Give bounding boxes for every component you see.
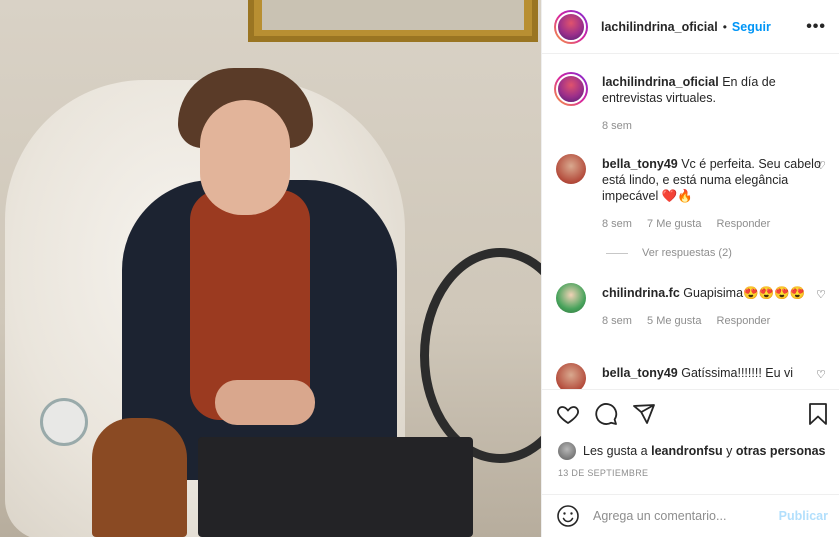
likes-user[interactable]: leandronfsu [651, 444, 723, 458]
comment-input[interactable]: Agrega un comentario... [593, 509, 779, 523]
ring-light [420, 248, 541, 463]
caption-avatar[interactable] [554, 72, 588, 106]
comment-likes[interactable]: 7 Me gusta [647, 218, 701, 230]
reply-button[interactable]: Responder [717, 218, 771, 230]
header-username[interactable]: lachilindrina_oficial [601, 20, 718, 34]
wooden-chair [92, 418, 187, 537]
caption-username[interactable]: lachilindrina_oficial [602, 75, 719, 89]
comment-icon[interactable] [594, 402, 618, 426]
comment-username[interactable]: chilindrina.fc [602, 286, 680, 300]
comments-list[interactable]: lachilindrina_oficial En día de entrevis… [542, 54, 839, 389]
add-comment-bar: Agrega un comentario... Publicar [542, 494, 839, 537]
comment-text: Gatíssima!!!!!!! Eu vi [681, 366, 794, 380]
follow-button[interactable]: Seguir [732, 20, 771, 34]
reply-button[interactable]: Responder [717, 315, 771, 327]
comment-avatar[interactable] [556, 154, 586, 184]
view-replies[interactable]: Ver respuestas (2) [606, 247, 732, 259]
comment-time[interactable]: 8 sem [602, 218, 632, 230]
caption-time[interactable]: 8 sem [602, 120, 632, 132]
comment-avatar[interactable] [556, 363, 586, 389]
comment-likes[interactable]: 5 Me gusta [647, 315, 701, 327]
heart-icon[interactable] [556, 402, 580, 426]
post-side-panel: lachilindrina_oficial • Seguir ••• lachi… [541, 0, 839, 537]
header-separator: • [722, 19, 727, 34]
laptop [198, 437, 473, 537]
post-header: lachilindrina_oficial • Seguir ••• [542, 0, 839, 54]
hands [215, 380, 315, 425]
comment-like-heart-icon[interactable]: ♡ [816, 160, 828, 172]
likes-others[interactable]: otras personas [736, 444, 826, 458]
comment-like-heart-icon[interactable]: ♡ [816, 369, 828, 381]
comment-like-heart-icon[interactable]: ♡ [816, 289, 828, 301]
lamp [40, 398, 88, 446]
comment-text: Guapisima😍😍😍😍 [683, 286, 806, 300]
emoji-icon[interactable] [556, 504, 580, 528]
comment-username[interactable]: bella_tony49 [602, 157, 678, 171]
likes-summary: Les gusta a leandronfsu y otras personas [558, 442, 826, 460]
post-date[interactable]: 13 DE SEPTIEMBRE [558, 468, 648, 478]
post-photo[interactable] [0, 0, 541, 537]
profile-avatar[interactable] [554, 9, 588, 44]
view-replies-label[interactable]: Ver respuestas (2) [642, 247, 732, 259]
picture-frame-inner [262, 0, 524, 30]
comment-time[interactable]: 8 sem [602, 315, 632, 327]
comment-username[interactable]: bella_tony49 [602, 366, 678, 380]
likes-prefix: Les gusta a [583, 444, 648, 458]
post-comment-button[interactable]: Publicar [779, 509, 828, 523]
liker-avatar[interactable] [558, 442, 576, 460]
more-options-icon[interactable]: ••• [806, 18, 826, 36]
comment-avatar[interactable] [556, 283, 586, 313]
face [200, 100, 290, 215]
share-icon[interactable] [632, 402, 656, 426]
post-actions: Les gusta a leandronfsu y otras personas… [542, 389, 839, 489]
replies-divider [606, 252, 628, 254]
likes-conj: y [726, 444, 733, 458]
bookmark-icon[interactable] [806, 402, 830, 426]
